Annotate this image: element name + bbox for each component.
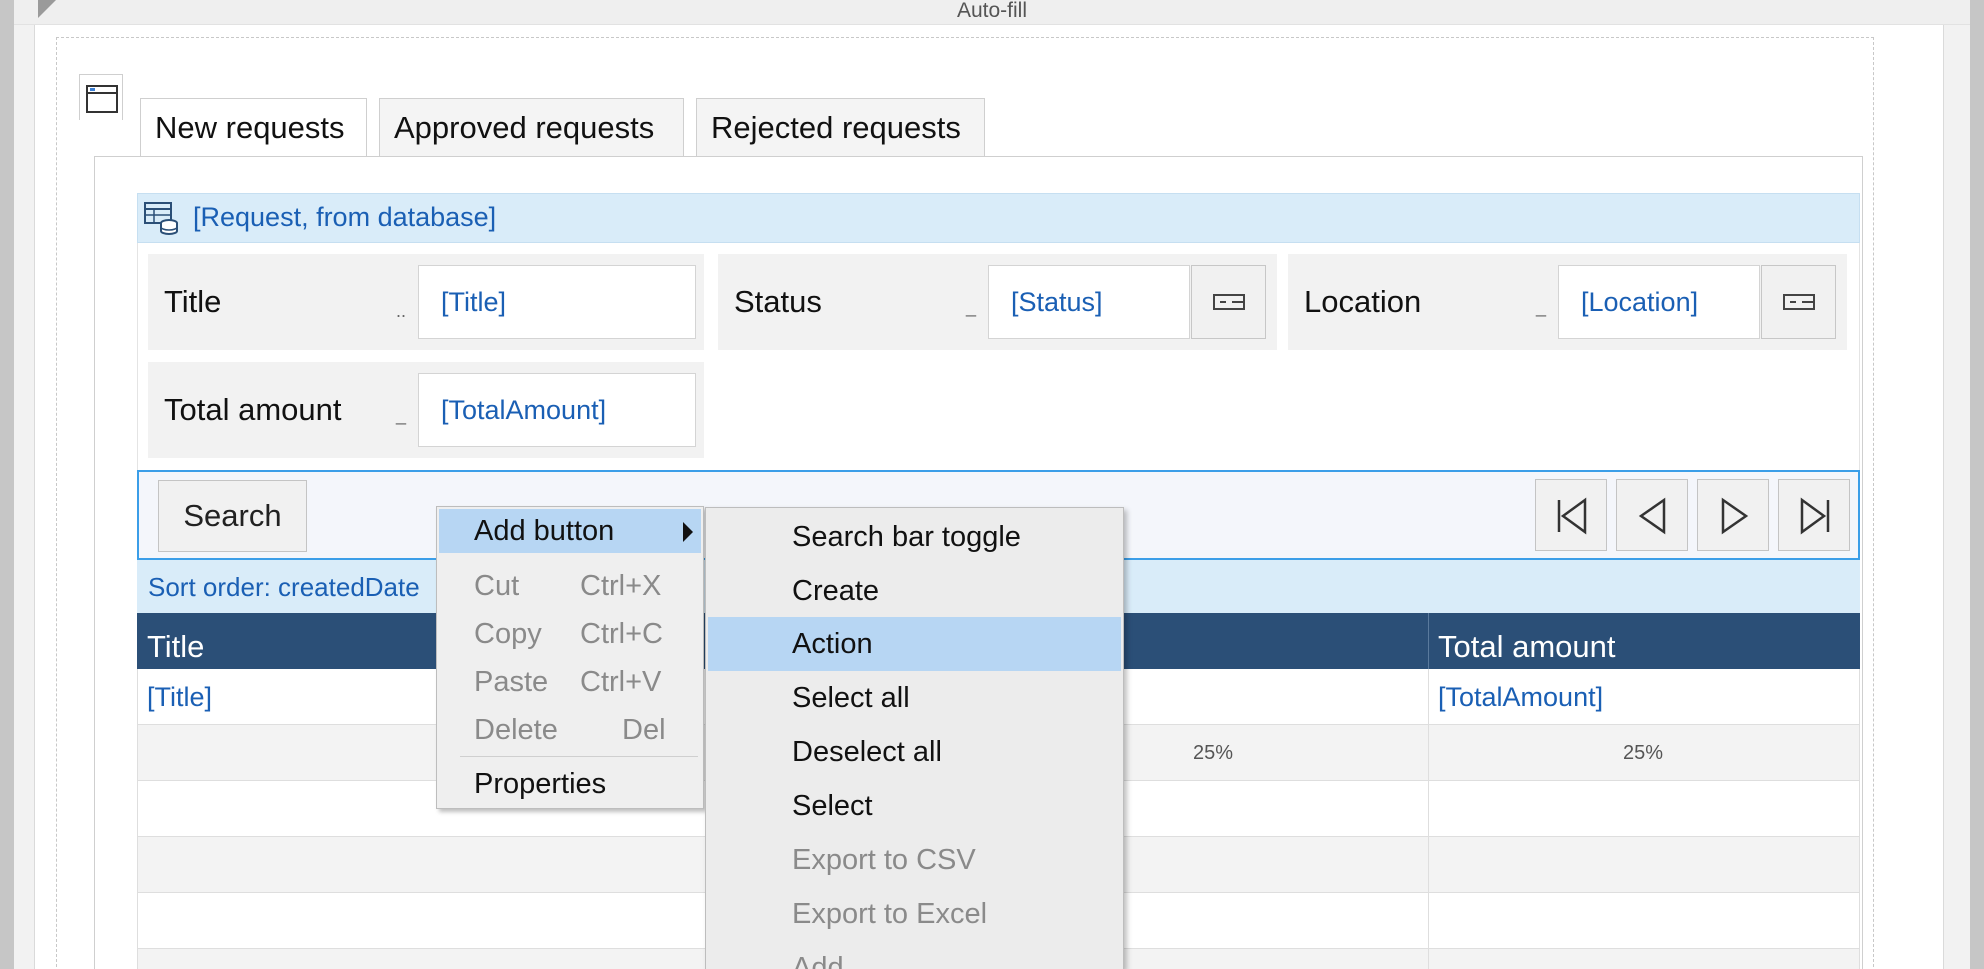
total-amount-input[interactable]: [TotalAmount] xyxy=(418,373,696,447)
tab-rejected-requests[interactable]: Rejected requests xyxy=(696,98,985,156)
submenu-item-add[interactable]: Add xyxy=(792,941,844,969)
tab-container-icon[interactable] xyxy=(79,74,123,120)
location-input[interactable]: [Location] xyxy=(1558,265,1760,339)
last-page-button[interactable] xyxy=(1778,479,1850,551)
submenu-item-search-bar-toggle[interactable]: Search bar toggle xyxy=(792,510,1021,564)
shortcut-cut: Ctrl+X xyxy=(580,570,662,602)
shortcut-paste: Ctrl+V xyxy=(580,666,662,698)
field-marker: .. xyxy=(396,301,407,321)
submenu-item-export-excel[interactable]: Export to Excel xyxy=(792,887,987,941)
cell-title-binding: [Title] xyxy=(147,682,213,712)
search-button[interactable]: Search xyxy=(158,480,307,552)
status-lookup-button[interactable] xyxy=(1191,265,1266,339)
submenu-highlight xyxy=(708,617,1121,671)
shortcut-copy: Ctrl+C xyxy=(580,618,663,650)
sort-order-label: Sort order: createdDate xyxy=(148,572,420,602)
column-width-label: 25% xyxy=(1192,742,1234,764)
previous-page-icon xyxy=(1638,497,1666,535)
submenu-item-create[interactable]: Create xyxy=(792,564,879,618)
lookup-icon xyxy=(1783,294,1815,310)
datasource-label[interactable]: [Request, from database] xyxy=(193,196,496,238)
menu-item-cut[interactable]: Cut xyxy=(474,564,519,608)
field-marker: _ xyxy=(966,297,977,317)
field-label-total-amount: Total amount xyxy=(164,392,342,427)
field-marker: _ xyxy=(396,405,407,425)
next-page-button[interactable] xyxy=(1697,479,1769,551)
tab-new-requests[interactable]: New requests xyxy=(140,98,367,158)
menu-item-copy[interactable]: Copy xyxy=(474,612,542,656)
last-page-icon xyxy=(1800,497,1830,535)
field-label-title: Title xyxy=(164,284,222,319)
title-input[interactable]: [Title] xyxy=(418,265,696,339)
field-marker: _ xyxy=(1536,297,1547,317)
field-label-status: Status xyxy=(734,284,822,319)
first-page-button[interactable] xyxy=(1535,479,1607,551)
menu-separator xyxy=(460,756,698,757)
database-icon xyxy=(143,200,179,236)
field-label-location: Location xyxy=(1304,284,1422,319)
menu-item-paste[interactable]: Paste xyxy=(474,660,548,704)
column-header-total-amount[interactable]: Total amount xyxy=(1428,613,1860,669)
window-title-bar: Auto-fill xyxy=(14,0,1970,25)
submenu-item-select[interactable]: Select xyxy=(792,779,873,833)
tab-approved-requests[interactable]: Approved requests xyxy=(379,98,684,156)
location-lookup-button[interactable] xyxy=(1761,265,1836,339)
submenu-arrow-icon xyxy=(683,522,693,542)
cell-total-amount-binding: [TotalAmount] xyxy=(1438,682,1604,712)
window-title: Auto-fill xyxy=(956,0,1028,22)
lookup-icon xyxy=(1213,294,1245,310)
submenu-item-deselect-all[interactable]: Deselect all xyxy=(792,725,942,779)
menu-item-delete[interactable]: Delete xyxy=(474,708,558,752)
submenu-item-action[interactable]: Action xyxy=(792,617,873,671)
menu-item-add-button[interactable]: Add button xyxy=(474,509,614,553)
status-input[interactable]: [Status] xyxy=(988,265,1190,339)
submenu-item-export-csv[interactable]: Export to CSV xyxy=(792,833,976,887)
next-page-icon xyxy=(1721,497,1749,535)
shortcut-delete: Del xyxy=(622,714,666,746)
column-width-label: 25% xyxy=(1622,742,1664,764)
first-page-icon xyxy=(1557,497,1587,535)
column-header-location[interactable]: n xyxy=(1084,613,1424,669)
previous-page-button[interactable] xyxy=(1616,479,1688,551)
submenu-item-select-all[interactable]: Select all xyxy=(792,671,910,725)
column-divider xyxy=(1428,669,1429,969)
menu-item-properties[interactable]: Properties xyxy=(474,762,606,806)
